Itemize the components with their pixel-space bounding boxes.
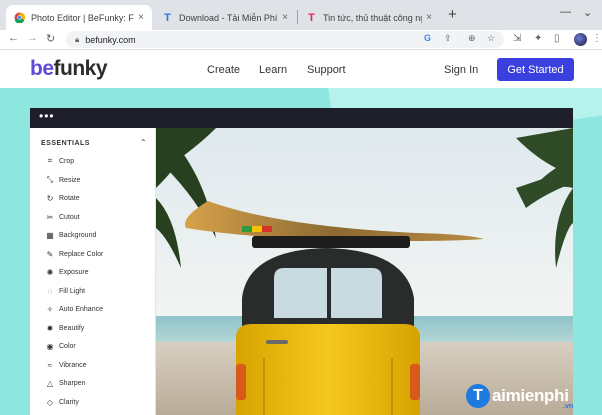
zoom-icon[interactable]: ⊕ [468, 33, 476, 44]
color-icon: ◉ [46, 341, 54, 351]
tab-title: Tin tức, thủ thuật công nghệ - [323, 12, 422, 23]
essentials-panel: ESSENTIALS ⌃ ⌗ Crop ⤡ Resize ↻ Rotate ✂ Cuto… [30, 128, 156, 415]
chrome-menu-icon[interactable]: ⋮ [592, 33, 602, 44]
more-menu-icon[interactable]: ••• [39, 109, 55, 123]
photo-canvas[interactable] [156, 128, 573, 415]
eyedropper-icon: ✎ [46, 249, 54, 259]
chevron-up-icon[interactable]: ⌃ [140, 138, 147, 147]
close-tab-icon[interactable]: × [282, 12, 288, 23]
vibrance-icon: ≈ [47, 360, 53, 370]
beautify-icon: ✹ [46, 323, 54, 333]
tool-beautify[interactable]: ✹ Beautify [44, 321, 85, 335]
nav-support[interactable]: Support [307, 64, 346, 76]
close-tab-icon[interactable]: × [138, 12, 144, 23]
tab-title: Download - Tải Miễn Phí VN - [179, 12, 278, 23]
beach-van-photo [156, 128, 573, 415]
tool-exposure[interactable]: ✺ Exposure [44, 265, 89, 279]
extensions-icon[interactable]: ✦ [534, 33, 542, 44]
tool-cutout[interactable]: ✂ Cutout [44, 210, 80, 224]
tool-crop[interactable]: ⌗ Crop [44, 154, 74, 168]
fill-light-icon: ◌ [47, 286, 53, 296]
nav-learn[interactable]: Learn [259, 64, 287, 76]
google-icon[interactable]: G [424, 33, 431, 43]
tool-color[interactable]: ◉ Color [44, 339, 76, 353]
befunky-logo[interactable]: befunky [30, 57, 108, 81]
section-title: ESSENTIALS [41, 140, 90, 147]
tool-sharpen[interactable]: △ Sharpen [44, 376, 86, 390]
close-tab-icon[interactable]: × [426, 12, 432, 23]
sidebar-icon[interactable]: ▯ [554, 33, 560, 44]
tool-resize[interactable]: ⤡ Resize [44, 173, 81, 187]
url-text: befunky.com [85, 34, 136, 45]
address-bar[interactable]: 🔒︎ befunky.com [66, 31, 504, 48]
tool-fill-light[interactable]: ◌ Fill Light [44, 284, 85, 298]
tab-taimienphi[interactable]: T Download - Tải Miễn Phí VN - × [154, 5, 296, 30]
cutout-icon: ✂ [46, 212, 54, 222]
tool-clarity[interactable]: ◇ Clarity [44, 395, 79, 409]
exposure-icon: ✺ [46, 267, 54, 277]
window-menu-icon[interactable]: ⌄ [583, 6, 592, 19]
rotate-icon: ↻ [46, 193, 54, 203]
crop-icon: ⌗ [47, 156, 53, 165]
back-icon[interactable]: ← [8, 32, 19, 44]
tab-title: Photo Editor | BeFunky: Free O [31, 12, 134, 23]
browser-tab-strip: Photo Editor | BeFunky: Free O × T Downl… [0, 0, 602, 30]
watermark-suffix: .vn [563, 403, 574, 410]
share-icon[interactable]: ⇪ [444, 33, 452, 44]
forward-icon[interactable]: → [27, 32, 38, 44]
tool-vibrance[interactable]: ≈ Vibrance [44, 358, 87, 372]
resize-icon: ⤡ [46, 175, 54, 184]
tool-auto-enhance[interactable]: ✧ Auto Enhance [44, 302, 103, 316]
bookmark-star-icon[interactable]: ☆ [487, 33, 495, 44]
watermark-logo-icon: T [466, 384, 490, 408]
install-app-icon[interactable]: ⇲ [513, 33, 521, 44]
get-started-button[interactable]: Get Started [497, 58, 574, 81]
editor-top-bar: ••• [30, 108, 573, 128]
tool-background[interactable]: ▦ Background [44, 228, 96, 242]
new-tab-button[interactable]: + [448, 7, 457, 22]
background-icon: ▦ [46, 230, 54, 240]
editor-mockup: ••• ESSENTIALS ⌃ ⌗ Crop ⤡ Resize ↻ Rotate ✂… [30, 108, 573, 415]
taimienphi-t-icon: T [164, 11, 171, 24]
reload-icon[interactable]: ↻ [46, 32, 55, 45]
tab-thuthuat[interactable]: T Tin tức, thủ thuật công nghệ - × [298, 5, 440, 30]
profile-avatar[interactable] [574, 33, 587, 46]
taimienphi-watermark: T aimienphi [466, 384, 569, 408]
nav-create[interactable]: Create [207, 64, 240, 76]
sharpen-icon: △ [46, 378, 54, 388]
tool-rotate[interactable]: ↻ Rotate [44, 191, 80, 205]
tool-replace-color[interactable]: ✎ Replace Color [44, 247, 104, 261]
hero-section: ••• ESSENTIALS ⌃ ⌗ Crop ⤡ Resize ↻ Rotate ✂… [0, 88, 602, 415]
watermark-text: aimienphi [492, 386, 569, 405]
site-header: befunky Create Learn Support Sign In Get… [0, 51, 602, 88]
clarity-icon: ◇ [46, 397, 54, 407]
sign-in-link[interactable]: Sign In [444, 64, 478, 76]
browser-toolbar: ← → ↻ 🔒︎ befunky.com G ⇪ ⊕ ☆ ⇲ ✦ ▯ ⋮ [0, 30, 602, 50]
chrome-icon [14, 12, 25, 23]
minimize-icon[interactable]: — [560, 6, 571, 18]
thuthuat-t-icon: T [308, 11, 315, 24]
auto-enhance-icon: ✧ [46, 304, 54, 314]
lock-icon: 🔒︎ [75, 34, 80, 44]
tab-befunky[interactable]: Photo Editor | BeFunky: Free O × [6, 5, 152, 30]
